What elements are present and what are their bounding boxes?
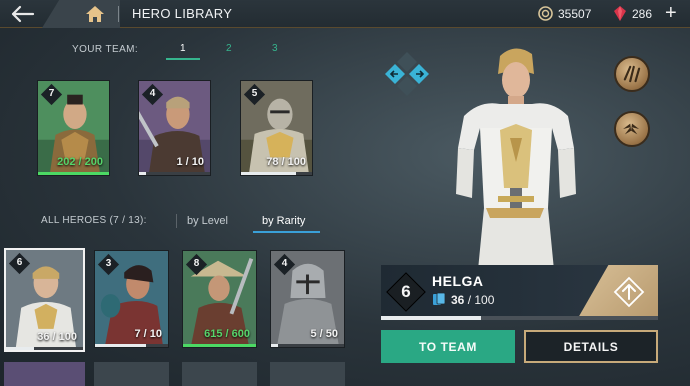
hero-card-partial[interactable] (4, 362, 85, 386)
plus-icon[interactable]: + (665, 2, 677, 24)
page-title: HERO LIBRARY (132, 6, 233, 21)
top-bar: HERO LIBRARY 35507 286 + (0, 0, 690, 28)
all-heroes-label: ALL HEROES (7 / 13): (41, 215, 147, 226)
hero-card-partial[interactable] (270, 362, 345, 386)
card-count: 615 / 600 (204, 328, 250, 340)
hero-card[interactable]: 4 5 / 50 (270, 250, 345, 348)
level-number: 4 (149, 88, 156, 99)
hero-card-partial[interactable] (94, 362, 169, 386)
card-progress-bar (271, 344, 344, 347)
card-progress-bar (183, 344, 256, 347)
hero-nav-arrows[interactable] (381, 50, 433, 98)
hero-model-image (456, 48, 576, 270)
card-count: 78 / 100 (266, 156, 306, 168)
card-progress-bar (6, 347, 83, 350)
hero-cards-icon (433, 292, 446, 305)
to-team-button[interactable]: TO TEAM (381, 330, 515, 363)
team-tab-3[interactable]: 3 (272, 43, 278, 54)
details-button[interactable]: DETAILS (524, 330, 658, 363)
hero-level-number: 6 (401, 282, 411, 301)
hero-card-partial[interactable] (182, 362, 257, 386)
team-tab-2[interactable]: 2 (226, 43, 232, 54)
gem-icon (614, 6, 626, 21)
coins-value: 35507 (558, 7, 592, 21)
level-number: 4 (281, 258, 288, 269)
hero-card-selected[interactable]: 6 36 / 100 (4, 248, 85, 352)
card-count: 1 / 10 (176, 156, 204, 168)
level-number: 8 (193, 258, 200, 269)
level-number: 6 (16, 257, 23, 268)
hero-card[interactable]: 8 615 / 600 (182, 250, 257, 348)
card-progress-bar (95, 344, 168, 347)
hero-progress-bar (381, 316, 658, 320)
team-hero-card[interactable]: 7 202 / 200 (37, 80, 110, 176)
skill-2-button[interactable] (614, 111, 650, 147)
team-tab-1[interactable]: 1 (180, 43, 186, 54)
team-tab-underline (166, 58, 200, 60)
skill-1-button[interactable] (614, 56, 650, 92)
sort-tab-underline (253, 231, 320, 233)
coin-icon (538, 6, 553, 21)
level-number: 5 (251, 88, 258, 99)
team-hero-card[interactable]: 5 78 / 100 (240, 80, 313, 176)
sort-tab-by-level[interactable]: by Level (187, 215, 228, 227)
card-count: 202 / 200 (57, 156, 103, 168)
card-count: 5 / 50 (310, 328, 338, 340)
team-hero-card[interactable]: 4 1 / 10 (138, 80, 211, 176)
top-divider (118, 6, 119, 22)
card-count: 7 / 10 (134, 328, 162, 340)
hero-name: HELGA (432, 273, 484, 289)
upgrade-arrow-icon[interactable] (613, 276, 645, 308)
skill-claw-icon (623, 65, 641, 83)
card-progress-bar (139, 172, 210, 175)
card-count: 36 / 100 (37, 331, 77, 343)
level-number: 7 (48, 88, 55, 99)
gems-value: 286 (632, 7, 653, 21)
home-tab-background (42, 0, 120, 28)
your-team-label: YOUR TEAM: (72, 44, 139, 55)
sort-tab-by-rarity[interactable]: by Rarity (262, 215, 305, 227)
skill-wings-icon (623, 123, 640, 135)
level-number: 3 (105, 258, 112, 269)
sort-divider (176, 214, 177, 228)
hero-card[interactable]: 3 7 / 10 (94, 250, 169, 348)
home-icon[interactable] (84, 4, 106, 24)
card-progress-bar (38, 172, 109, 175)
hero-card-progress: 36 / 100 (451, 293, 495, 307)
card-progress-bar (241, 172, 312, 175)
back-arrow-icon[interactable] (8, 2, 36, 26)
